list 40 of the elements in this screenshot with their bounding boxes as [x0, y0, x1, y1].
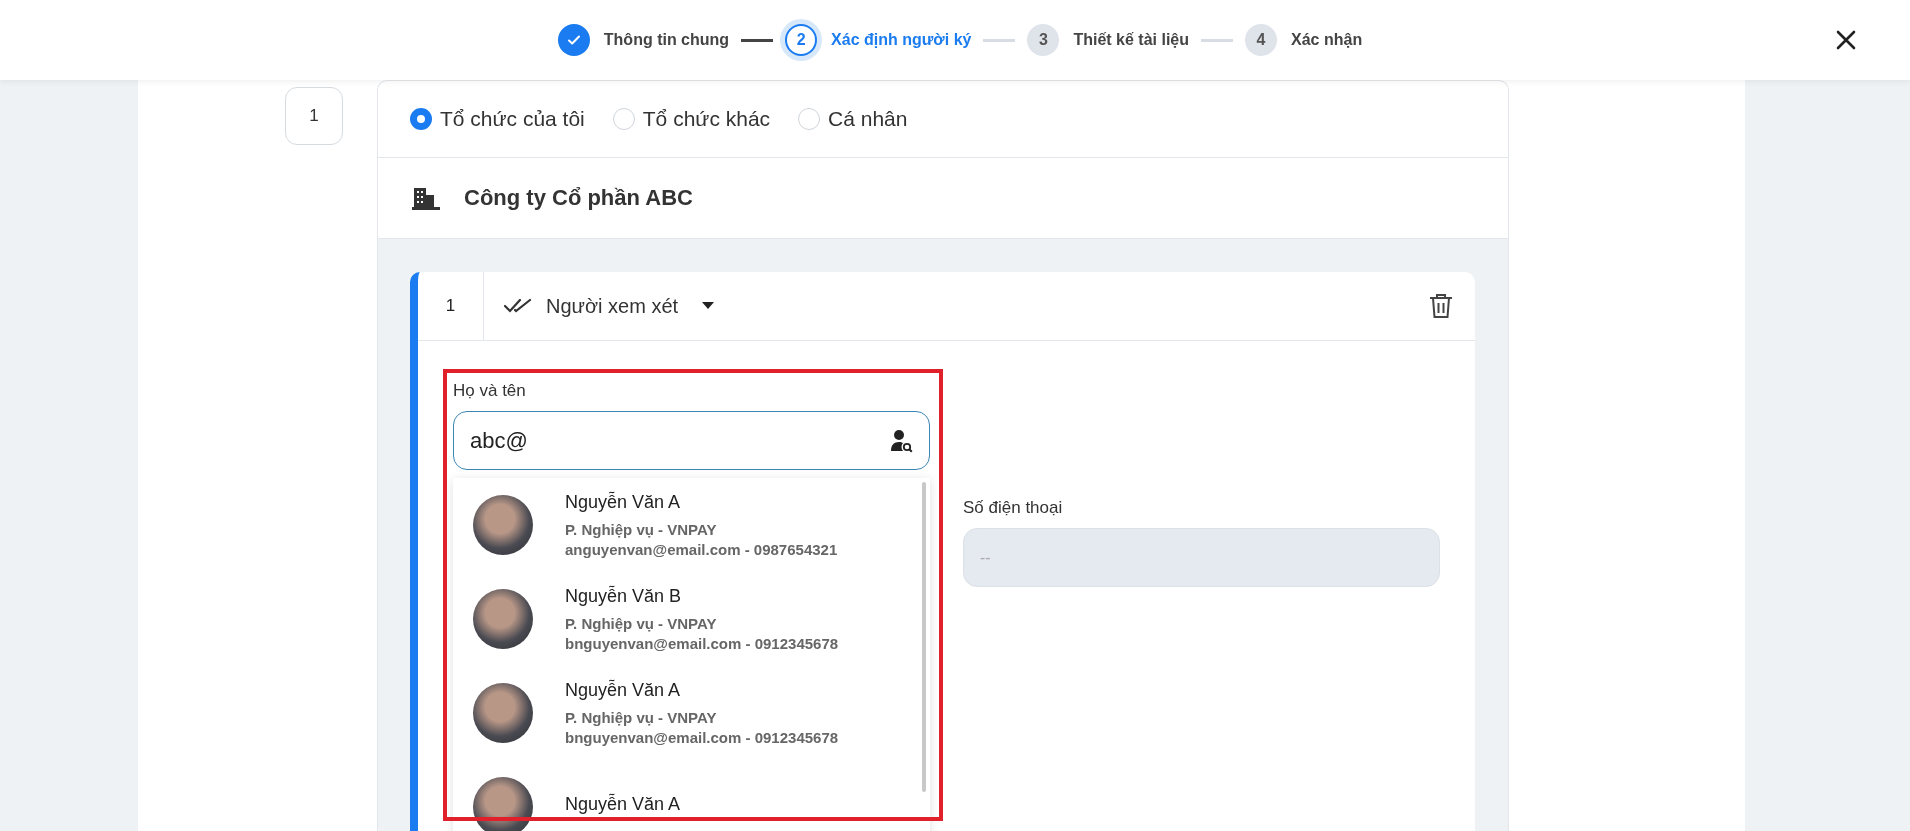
person-name: Nguyễn Văn B [565, 586, 683, 607]
suggestion-item[interactable]: Nguyễn Văn A P. Nghiệp vụ - VNPAY anguyenvan@email.com - 0987654321 [453, 478, 930, 572]
building-icon [412, 186, 440, 210]
step-label[interactable]: Thiết kế tài liệu [1073, 31, 1190, 49]
radio-option[interactable]: Cá nhân [798, 107, 908, 131]
step-label[interactable]: Thông tin chung [603, 31, 730, 49]
trash-icon [1429, 293, 1453, 319]
person-name: Nguyễn Văn A [565, 680, 682, 701]
scrollbar[interactable] [922, 482, 926, 792]
avatar-placeholder [473, 495, 533, 555]
user-search-icon [891, 428, 913, 453]
avatar-placeholder [473, 589, 533, 649]
name-search-field[interactable]: abc@ [453, 411, 930, 470]
step-number: 4 [1245, 24, 1278, 56]
double-check-icon [504, 298, 532, 314]
organization-name: Công ty Cổ phần ABC [464, 185, 693, 211]
suggestion-item[interactable]: Nguyễn Văn B P. Nghiệp vụ - VNPAY bnguyenvan@email.com - 0912345678 [453, 572, 930, 666]
step-label[interactable]: Xác định người ký [831, 31, 972, 49]
field-label: Số điện thoại [963, 498, 1064, 518]
suggestion-item[interactable]: Nguyễn Văn A P. Nghiệp vụ - VNPAY bnguyenvan@email.com - 0912345678 [453, 666, 930, 760]
step-number: 3 [1027, 24, 1060, 56]
signer-number: 1 [418, 272, 484, 340]
person-name: Nguyễn Văn A [565, 794, 681, 815]
radio-option[interactable]: Tổ chức khác [612, 107, 771, 131]
department-text: P. Nghiệp vụ - VNPAY [565, 521, 718, 538]
department-text: P. Nghiệp vụ - VNPAY [565, 709, 718, 726]
department-text: P. Nghiệp vụ - VNPAY [565, 615, 718, 632]
caret-icon [702, 302, 715, 310]
field-label: Họ và tên [453, 381, 527, 401]
contact-text: bnguyenvan@email.com - 0912345678 [565, 635, 839, 652]
avatar-placeholder [473, 683, 533, 743]
suggestion-item[interactable]: Nguyễn Văn A [453, 760, 930, 831]
close-icon [1836, 30, 1856, 50]
step-label[interactable]: Xác nhận [1291, 31, 1363, 49]
party-number: 1 [285, 87, 343, 145]
role-dropdown[interactable]: Người xem xét [498, 293, 721, 319]
radio-option[interactable]: Tổ chức của tôi [410, 107, 585, 131]
contact-text: bnguyenvan@email.com - 0912345678 [565, 729, 839, 746]
person-name: Nguyễn Văn A [565, 492, 682, 513]
contact-text: anguyenvan@email.com - 0987654321 [565, 541, 838, 558]
